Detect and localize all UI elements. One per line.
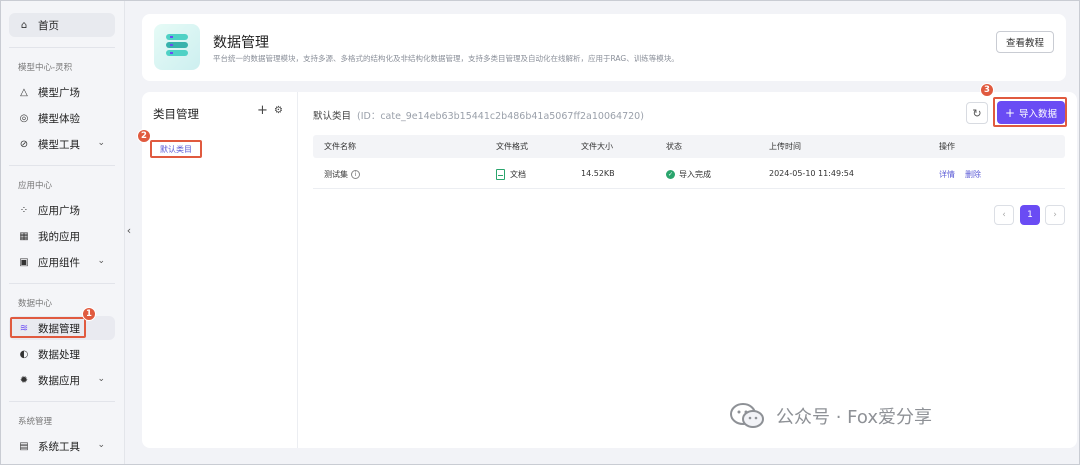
column-header: 状态	[666, 142, 682, 151]
chevron-left-icon: ‹	[1002, 210, 1006, 220]
sidebar-item-data-apps[interactable]: ✹ 数据应用 ⌄	[9, 368, 115, 392]
pagination-prev-button[interactable]: ‹	[994, 205, 1014, 225]
upload-time: 2024-05-10 11:49:54	[769, 169, 854, 178]
watermark: 公众号 · Fox爱分享	[730, 402, 932, 430]
page-description: 平台统一的数据管理模块，支持多源、多格式的结构化及非结构化数据管理，支持多类目管…	[213, 54, 679, 63]
view-tutorial-button[interactable]: 查看教程	[996, 31, 1054, 53]
category-name: 默认类目	[313, 111, 352, 122]
file-name-cell[interactable]: 测试集 i	[324, 169, 360, 180]
column-header: 文件大小	[581, 142, 613, 151]
pagination-current-page[interactable]: 1	[1020, 205, 1040, 225]
detail-link[interactable]: 详情	[939, 169, 955, 180]
refresh-icon: ↻	[972, 106, 982, 120]
sidebar-item-label: 我的应用	[38, 230, 80, 243]
file-size: 14.52KB	[581, 169, 615, 178]
divider	[9, 401, 115, 402]
page-header: 数据管理 平台统一的数据管理模块，支持多源、多格式的结构化及非结构化数据管理，支…	[142, 14, 1066, 81]
sidebar-item-label: 应用广场	[38, 204, 80, 217]
page-title: 数据管理	[213, 35, 269, 51]
sidebar-item-model-square[interactable]: △ 模型广场	[9, 80, 115, 104]
sidebar-item-label: 系统工具	[38, 440, 80, 453]
delete-link[interactable]: 删除	[965, 169, 981, 180]
document-icon	[496, 169, 505, 180]
category-settings-icon[interactable]: ⚙	[274, 105, 283, 116]
file-format: 文档	[510, 170, 526, 179]
sidebar-item-label: 模型工具	[38, 138, 80, 151]
column-header: 文件名称	[324, 142, 356, 151]
group-title-model: 模型中心-灵积	[18, 63, 73, 73]
sidebar-item-label: 应用组件	[38, 256, 80, 269]
group-title-data: 数据中心	[18, 299, 53, 309]
actions-cell: 详情 删除	[939, 169, 991, 180]
toolbox-icon: ▤	[19, 440, 29, 452]
divider	[9, 47, 115, 48]
main-content: 类目管理 + ⚙ 默认类目 默认类目 (ID：cate_9e14eb63b1544…	[142, 92, 1077, 448]
status-cell: ✓ 导入完成	[666, 169, 711, 180]
file-name: 测试集	[324, 170, 348, 179]
chevron-down-icon: ⌄	[97, 440, 105, 450]
sidebar-item-app-square[interactable]: ⁘ 应用广场	[9, 198, 115, 222]
component-icon: ▣	[19, 256, 29, 268]
divider	[9, 283, 115, 284]
data-management-logo-icon	[154, 24, 200, 70]
collapse-sidebar-icon[interactable]: ‹	[124, 220, 134, 240]
sidebar-item-my-apps[interactable]: ▦ 我的应用	[9, 224, 115, 248]
category-header: 默认类目 (ID：cate_9e14eb63b15441c2b486b41a506…	[313, 108, 644, 122]
column-header: 上传时间	[769, 142, 801, 151]
column-header: 操作	[939, 142, 955, 151]
sidebar-item-model-tools[interactable]: ⊘ 模型工具 ⌄	[9, 132, 115, 156]
sidebar-item-app-components[interactable]: ▣ 应用组件 ⌄	[9, 250, 115, 274]
circle-icon: ◎	[19, 112, 29, 124]
column-header: 文件格式	[496, 142, 528, 151]
category-id: (ID：cate_9e14eb63b15441c2b486b41a5067ff2…	[357, 111, 644, 122]
divider	[9, 165, 115, 166]
apps-icon: ▦	[19, 230, 29, 242]
group-title-system: 系统管理	[18, 417, 53, 427]
success-icon: ✓	[666, 170, 675, 179]
group-title-app: 应用中心	[18, 181, 53, 191]
nav-home[interactable]: ⌂ 首页	[9, 13, 115, 37]
refresh-button[interactable]: ↻	[966, 102, 988, 124]
table-row: 测试集 i 文档 14.52KB ✓ 导入完成 2024-05-10 11:49…	[313, 158, 1065, 189]
highlight-box-2	[150, 140, 202, 158]
sidebar-item-system-tools[interactable]: ▤ 系统工具 ⌄	[9, 434, 115, 458]
home-icon: ⌂	[20, 19, 28, 31]
check-circle-icon: ⊘	[19, 138, 29, 150]
pagination-next-button[interactable]: ›	[1045, 205, 1065, 225]
nav-home-label: 首页	[38, 19, 59, 32]
info-icon[interactable]: i	[351, 170, 360, 179]
annotation-badge-1: 1	[82, 307, 96, 321]
sidebar-item-label: 模型广场	[38, 86, 80, 99]
grid-icon: ⁘	[19, 204, 29, 216]
process-icon: ◐	[19, 348, 29, 360]
sidebar: ⌂ 首页 模型中心-灵积 △ 模型广场 ◎ 模型体验 ⊘ 模型工具 ⌄ 应用中心…	[1, 1, 125, 464]
highlight-box-1	[10, 317, 86, 338]
triangle-icon: △	[20, 86, 28, 98]
sidebar-item-label: 数据处理	[38, 348, 80, 361]
sidebar-item-label: 模型体验	[38, 112, 80, 125]
chevron-down-icon: ⌄	[97, 138, 105, 148]
gear-icon: ✹	[19, 374, 29, 386]
add-category-button[interactable]: +	[257, 103, 268, 118]
wechat-icon	[730, 403, 764, 428]
table-header: 文件名称 文件格式 文件大小 状态 上传时间 操作	[313, 135, 1065, 158]
annotation-badge-3: 3	[980, 83, 994, 97]
category-panel-title: 类目管理	[153, 107, 199, 121]
chevron-down-icon: ⌄	[97, 374, 105, 384]
chevron-down-icon: ⌄	[97, 256, 105, 266]
sidebar-item-label: 数据应用	[38, 374, 80, 387]
sidebar-item-model-experience[interactable]: ◎ 模型体验	[9, 106, 115, 130]
chevron-right-icon: ›	[1053, 210, 1057, 220]
sidebar-item-data-processing[interactable]: ◐ 数据处理	[9, 342, 115, 366]
annotation-badge-2: 2	[137, 129, 151, 143]
data-table: 文件名称 文件格式 文件大小 状态 上传时间 操作 测试集 i 文档 14.52…	[313, 135, 1065, 189]
highlight-box-3	[993, 97, 1067, 127]
watermark-text: 公众号 · Fox爱分享	[776, 407, 932, 428]
status-text: 导入完成	[679, 170, 711, 179]
file-format-cell: 文档	[496, 169, 526, 180]
